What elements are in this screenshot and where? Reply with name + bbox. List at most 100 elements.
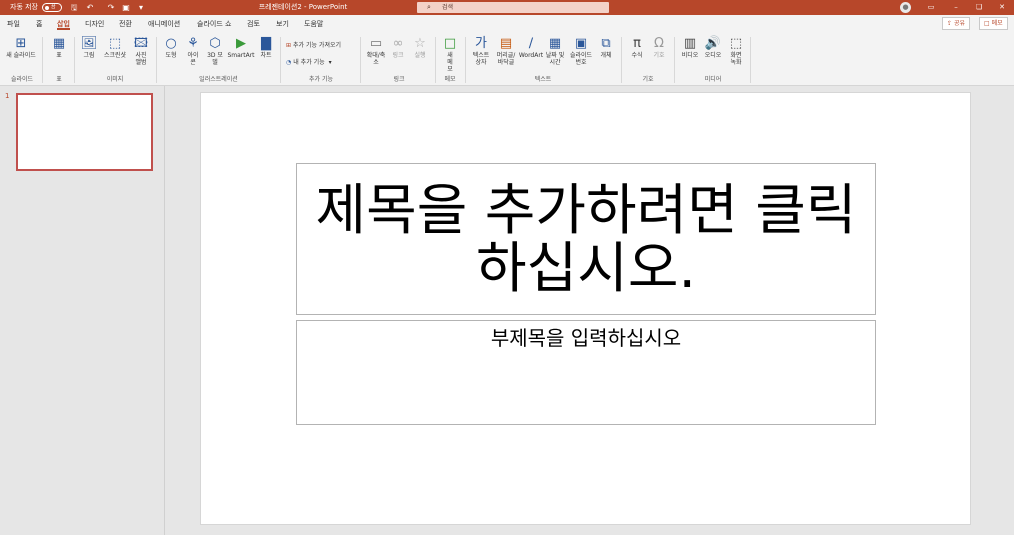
share-button[interactable]: ⇪ 공유 xyxy=(942,17,970,30)
screenshot-icon: ⬚ xyxy=(108,36,122,51)
account-avatar[interactable]: ● xyxy=(900,2,911,13)
screenshot-button[interactable]: ⬚ 스크린샷 xyxy=(101,36,129,59)
tab-slideshow[interactable]: 슬라이드 쇼 xyxy=(197,18,231,30)
restore-icon[interactable]: ❏ xyxy=(973,0,985,15)
group-slides-label: 슬라이드 xyxy=(10,76,34,83)
link-button[interactable]: ∞ 링크 xyxy=(389,36,407,59)
omega-icon: Ω xyxy=(654,36,664,51)
object-icon: ⧉ xyxy=(601,36,611,51)
photo-album-button[interactable]: 🖾 사진 앨범 xyxy=(131,36,151,66)
table-button[interactable]: ▦ 표 xyxy=(49,36,69,59)
minimize-icon[interactable]: – xyxy=(950,0,962,15)
search-box[interactable]: ⌕ 검색 xyxy=(417,2,609,13)
group-divider xyxy=(750,37,751,83)
header-footer-button[interactable]: ▤ 머리글/바닥글 xyxy=(493,36,519,66)
screen-recording-button[interactable]: ⬚ 화면 녹화 xyxy=(725,36,747,66)
link-label: 링크 xyxy=(392,52,404,59)
video-button[interactable]: ▥ 비디오 xyxy=(679,36,701,59)
icons-icon: ⚘ xyxy=(187,36,199,51)
get-addins-label: 추가 기능 가져오기 xyxy=(293,42,342,49)
addin-icon: ◔ xyxy=(286,59,292,66)
wordart-label: WordArt xyxy=(518,52,544,59)
chart-label: 차트 xyxy=(260,52,272,59)
group-divider xyxy=(621,37,622,83)
new-comment-button[interactable]: □ 새 메모 xyxy=(440,36,460,73)
action-button[interactable]: ☆ 실행 xyxy=(411,36,429,59)
close-icon[interactable]: ✕ xyxy=(996,0,1008,15)
tab-review[interactable]: 검토 xyxy=(247,18,260,30)
slide-number-button[interactable]: ▣ 슬라이드 번호 xyxy=(567,36,595,66)
slide-thumbnail[interactable] xyxy=(16,93,153,171)
object-label: 개체 xyxy=(600,52,612,59)
shapes-button[interactable]: ○ 도형 xyxy=(161,36,181,59)
textbox-button[interactable]: 가 텍스트 상자 xyxy=(470,36,492,66)
comments-button[interactable]: □ 메모 xyxy=(979,17,1008,30)
smartart-button[interactable]: ▶ SmartArt xyxy=(226,36,256,59)
group-tables-label: 표 xyxy=(56,76,62,83)
group-divider xyxy=(465,37,466,83)
wordart-button[interactable]: ∕ WordArt xyxy=(518,36,544,59)
search-icon: ⌕ xyxy=(427,3,431,11)
group-divider xyxy=(674,37,675,83)
chart-icon: ▇ xyxy=(261,36,271,51)
3d-models-button[interactable]: ⬡ 3D 모델 xyxy=(204,36,226,66)
chart-button[interactable]: ▇ 차트 xyxy=(257,36,275,59)
pi-icon: π xyxy=(633,36,641,51)
star-icon: ☆ xyxy=(414,36,426,51)
group-divider xyxy=(435,37,436,83)
subtitle-placeholder-text: 부제목을 입력하십시오 xyxy=(490,326,682,350)
audio-button[interactable]: 🔊 오디오 xyxy=(702,36,724,59)
screenshot-label: 스크린샷 xyxy=(103,52,127,59)
tab-transitions[interactable]: 전환 xyxy=(119,18,132,30)
video-label: 비디오 xyxy=(681,52,699,59)
comment-icon: □ xyxy=(443,36,457,51)
photo-album-icon: 🖾 xyxy=(133,36,149,51)
chevron-down-icon: ▾ xyxy=(328,59,332,66)
video-icon: ▥ xyxy=(683,36,697,51)
audio-label: 오디오 xyxy=(704,52,722,59)
new-slide-label: 새 슬라이드 xyxy=(6,52,36,59)
object-button[interactable]: ⧉ 개체 xyxy=(596,36,616,59)
datetime-button[interactable]: ▦ 날짜 및 시간 xyxy=(544,36,566,66)
equation-label: 수식 xyxy=(631,52,643,59)
tab-file[interactable]: 파일 xyxy=(7,18,20,30)
textbox-icon: 가 xyxy=(475,36,487,51)
tab-help[interactable]: 도움말 xyxy=(304,18,323,30)
ribbon-display-icon[interactable]: ▭ xyxy=(925,0,937,15)
group-divider xyxy=(280,37,281,83)
zoom-label: 확대/축소 xyxy=(366,52,386,66)
zoom-button[interactable]: ▭ 확대/축소 xyxy=(364,36,388,66)
new-comment-label: 새 메모 xyxy=(447,52,453,73)
title-placeholder[interactable]: 제목을 추가하려면 클릭하십시오. xyxy=(296,163,876,315)
get-addins-button[interactable]: ⊞ 추가 기능 가져오기 xyxy=(286,40,341,49)
my-addins-button[interactable]: ◔ 내 추가 기능 ▾ xyxy=(286,57,332,66)
picture-button[interactable]: 🖼 그림 xyxy=(78,36,100,59)
title-bar: 자동 저장 끔 🖫 ↶ ↷ ▣ ▾ 프레젠테이션2 - PowerPoint ⌕… xyxy=(0,0,1014,15)
tab-home[interactable]: 홈 xyxy=(36,18,42,30)
tab-design[interactable]: 디자인 xyxy=(85,18,104,30)
group-images-label: 이미지 xyxy=(106,76,124,83)
symbol-button[interactable]: Ω 기호 xyxy=(649,36,669,59)
equation-button[interactable]: π 수식 xyxy=(627,36,647,59)
shapes-label: 도형 xyxy=(165,52,177,59)
table-icon: ▦ xyxy=(52,36,66,51)
header-footer-icon: ▤ xyxy=(499,36,513,51)
smartart-label: SmartArt xyxy=(227,52,255,59)
smartart-icon: ▶ xyxy=(236,36,246,51)
cube-icon: ⬡ xyxy=(209,36,221,51)
group-divider xyxy=(74,37,75,83)
tab-animations[interactable]: 애니메이션 xyxy=(148,18,180,30)
slide-number-label: 슬라이드 번호 xyxy=(569,52,593,66)
photo-album-label: 사진 앨범 xyxy=(135,52,147,66)
icons-label: 아이콘 xyxy=(187,52,199,66)
icons-button[interactable]: ⚘ 아이콘 xyxy=(183,36,203,66)
search-placeholder: 검색 xyxy=(442,4,454,11)
group-media-label: 미디어 xyxy=(704,76,722,83)
datetime-label: 날짜 및 시간 xyxy=(545,52,565,66)
tab-insert[interactable]: 삽입 xyxy=(57,18,70,30)
new-slide-button[interactable]: ⊞ 새 슬라이드 xyxy=(4,36,38,59)
tab-view[interactable]: 보기 xyxy=(276,18,289,30)
subtitle-placeholder[interactable]: 부제목을 입력하십시오 xyxy=(296,320,876,425)
slide-number: 1 xyxy=(5,92,10,100)
action-label: 실행 xyxy=(414,52,426,59)
